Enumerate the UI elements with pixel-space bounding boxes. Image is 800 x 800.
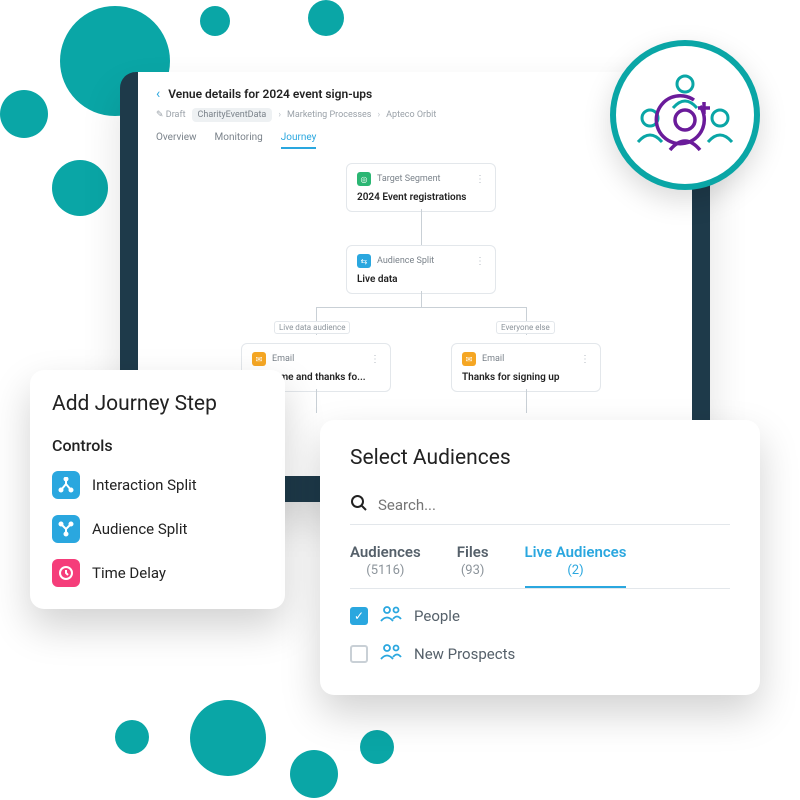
panel-title: Select Audiences (350, 446, 730, 470)
email-icon: ✉ (462, 352, 476, 366)
search-input[interactable] (378, 496, 730, 514)
tab-bar: Overview Monitoring Journey (156, 132, 674, 149)
control-label: Interaction Split (92, 476, 197, 494)
email-icon: ✉ (252, 352, 266, 366)
audience-label: People (414, 607, 460, 625)
audience-row-new-prospects[interactable]: New Prospects (350, 643, 730, 665)
tab-overview[interactable]: Overview (156, 132, 197, 149)
search-row (350, 494, 730, 525)
node-menu-icon[interactable]: ⋮ (370, 354, 380, 365)
control-label: Audience Split (92, 520, 187, 538)
node-menu-icon[interactable]: ⋮ (475, 256, 485, 267)
breadcrumb: ✎ Draft CharityEventData › Marketing Pro… (156, 108, 674, 122)
tab-live-audiences[interactable]: Live Audiences (2) (525, 543, 627, 588)
interaction-split-icon (52, 471, 80, 499)
breadcrumb-item[interactable]: CharityEventData (192, 108, 273, 122)
decorative-dot (360, 730, 394, 764)
people-icon (380, 643, 402, 665)
decorative-dot (190, 700, 266, 776)
decorative-dot (115, 720, 149, 754)
audience-row-people[interactable]: ✓ People (350, 605, 730, 627)
control-audience-split[interactable]: Audience Split (52, 515, 263, 543)
audience-tabs: Audiences (5116) Files (93) Live Audienc… (350, 543, 730, 589)
add-journey-step-panel: Add Journey Step Controls Interaction Sp… (30, 370, 285, 609)
time-delay-icon (52, 559, 80, 587)
target-icon: ◎ (357, 172, 371, 186)
node-target-segment[interactable]: ◎Target Segment⋮ 2024 Event registration… (346, 163, 496, 212)
decorative-dot (290, 750, 338, 798)
breadcrumb-item[interactable]: Marketing Processes (287, 110, 371, 120)
tab-files[interactable]: Files (93) (457, 543, 489, 588)
node-menu-icon[interactable]: ⋮ (475, 174, 485, 185)
panel-title: Add Journey Step (52, 392, 263, 416)
people-icon (380, 605, 402, 627)
node-email-right[interactable]: ✉Email⋮ Thanks for signing up (451, 343, 601, 392)
branch-label-left: Live data audience (274, 321, 350, 334)
branch-label-right: Everyone else (496, 321, 555, 334)
audience-badge (610, 40, 760, 190)
decorative-dot (200, 6, 230, 36)
split-icon: ⇆ (357, 254, 371, 268)
control-label: Time Delay (92, 564, 166, 582)
node-audience-split[interactable]: ⇆Audience Split⋮ Live data (346, 245, 496, 294)
tab-journey[interactable]: Journey (281, 132, 317, 149)
control-time-delay[interactable]: Time Delay (52, 559, 263, 587)
audience-label: New Prospects (414, 645, 515, 663)
decorative-dot (52, 160, 108, 216)
checkbox-unchecked[interactable] (350, 645, 368, 663)
draft-chip: ✎ Draft (156, 110, 186, 120)
tab-audiences[interactable]: Audiences (5116) (350, 543, 421, 588)
people-group-icon (630, 70, 740, 160)
checkbox-checked[interactable]: ✓ (350, 607, 368, 625)
tab-monitoring[interactable]: Monitoring (215, 132, 263, 149)
breadcrumb-item[interactable]: Apteco Orbit (386, 110, 436, 120)
search-icon (350, 494, 368, 516)
decorative-dot (0, 90, 48, 138)
section-title: Controls (52, 436, 263, 455)
back-icon[interactable]: ‹ (156, 86, 160, 102)
control-interaction-split[interactable]: Interaction Split (52, 471, 263, 499)
audience-split-icon (52, 515, 80, 543)
page-title: Venue details for 2024 event sign-ups (168, 87, 372, 101)
select-audiences-panel: Select Audiences Audiences (5116) Files … (320, 420, 760, 695)
decorative-dot (308, 0, 344, 36)
node-menu-icon[interactable]: ⋮ (580, 354, 590, 365)
